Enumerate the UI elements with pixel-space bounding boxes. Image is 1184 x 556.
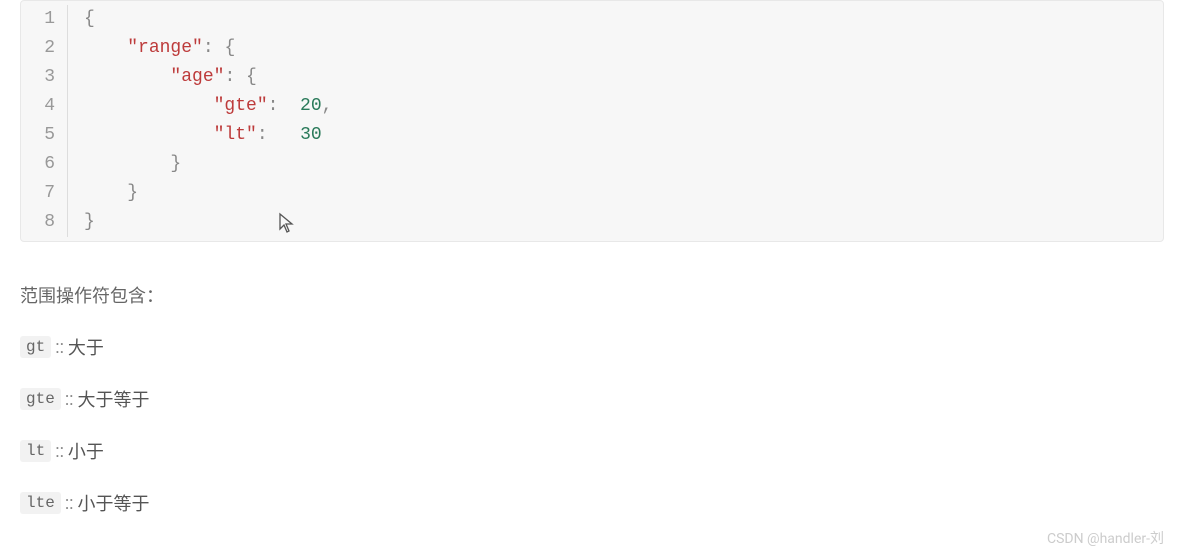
token-key: "lt" xyxy=(214,125,257,145)
token-key: "range" xyxy=(127,38,203,58)
line-number: 8 xyxy=(41,208,55,237)
operator-code: lte xyxy=(20,492,61,514)
line-number-gutter: 12345678 xyxy=(21,5,68,237)
token-punct: : xyxy=(268,96,300,116)
line-number: 2 xyxy=(41,34,55,63)
operator-code: gte xyxy=(20,388,61,410)
code-line: "age": { xyxy=(84,63,332,92)
operator-row: gte :: 大于等于 xyxy=(20,386,1164,412)
operator-separator: :: xyxy=(65,493,74,514)
token-punct: : xyxy=(257,125,300,145)
line-number: 4 xyxy=(41,92,55,121)
token-number: 30 xyxy=(300,125,322,145)
code-line: } xyxy=(84,150,332,179)
line-number: 3 xyxy=(41,63,55,92)
line-number: 7 xyxy=(41,179,55,208)
token-number: 20 xyxy=(300,96,322,116)
line-number: 5 xyxy=(41,121,55,150)
code-content: { "range": { "age": { "gte": 20, "lt": 3… xyxy=(68,5,348,237)
operator-description: 大于 xyxy=(68,334,104,360)
operator-separator: :: xyxy=(65,389,74,410)
line-number: 6 xyxy=(41,150,55,179)
description-intro: 范围操作符包含： xyxy=(20,282,1164,308)
code-line: "range": { xyxy=(84,34,332,63)
token-punct: : { xyxy=(203,38,235,58)
operator-code: gt xyxy=(20,336,51,358)
operator-row: lte :: 小于等于 xyxy=(20,490,1164,516)
token-punct: , xyxy=(322,96,333,116)
operator-separator: :: xyxy=(55,337,64,358)
code-line: "gte": 20, xyxy=(84,92,332,121)
code-line: "lt": 30 xyxy=(84,121,332,150)
operator-separator: :: xyxy=(55,441,64,462)
token-punct: } xyxy=(127,183,138,203)
operator-row: gt :: 大于 xyxy=(20,334,1164,360)
operator-description: 小于 xyxy=(68,438,104,464)
description-section: 范围操作符包含： gt :: 大于gte :: 大于等于lt :: 小于lte … xyxy=(0,262,1184,516)
token-punct: : { xyxy=(224,67,256,87)
code-block: 12345678 { "range": { "age": { "gte": 20… xyxy=(20,0,1164,242)
token-key: "gte" xyxy=(214,96,268,116)
operator-row: lt :: 小于 xyxy=(20,438,1164,464)
token-key: "age" xyxy=(170,67,224,87)
line-number: 1 xyxy=(41,5,55,34)
operator-description: 小于等于 xyxy=(78,490,150,516)
operator-description: 大于等于 xyxy=(78,386,150,412)
operator-code: lt xyxy=(20,440,51,462)
code-line: } xyxy=(84,179,332,208)
code-line: { xyxy=(84,5,332,34)
token-punct: { xyxy=(84,9,95,29)
token-punct: } xyxy=(84,212,95,232)
code-line: } xyxy=(84,208,332,237)
token-punct: } xyxy=(170,154,181,174)
watermark: CSDN @handler-刘 xyxy=(1047,528,1164,548)
